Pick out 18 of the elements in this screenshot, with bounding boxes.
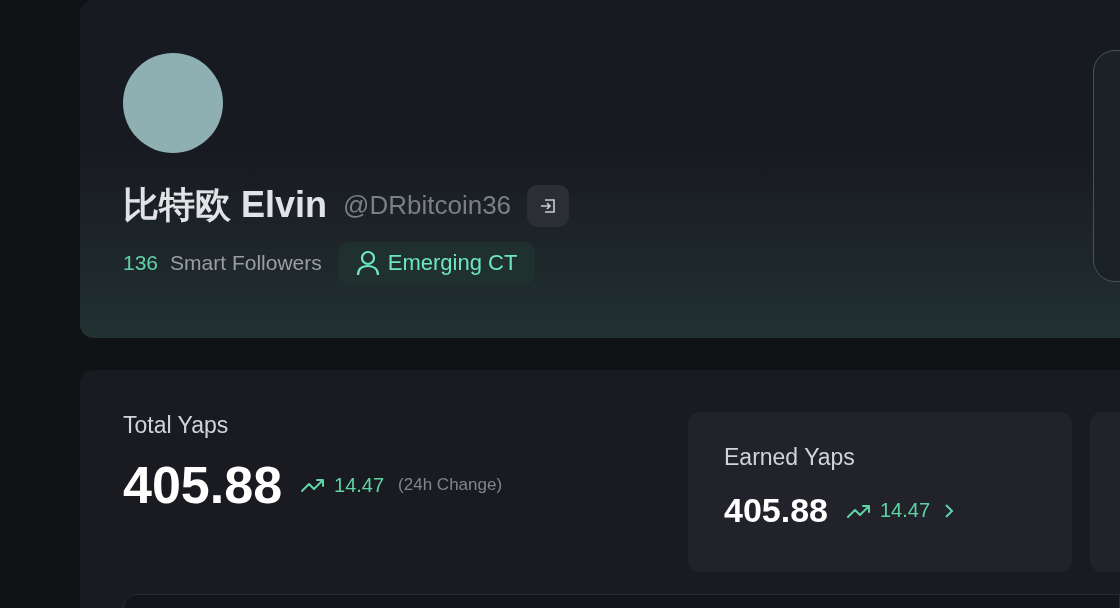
chevron-right-icon: [944, 502, 955, 519]
user-icon: [355, 250, 380, 276]
change-note: (24h Change): [398, 475, 503, 495]
stat-value: 405.88: [724, 491, 828, 530]
total-yaps-label: Total Yaps: [123, 412, 230, 439]
category-badge: Emerging CT: [337, 242, 536, 284]
stat-card[interactable]: Earned Yaps 405.88 14.47: [688, 412, 1072, 572]
stat-label: Earned Yaps: [724, 444, 856, 471]
change-value: 14.47: [334, 473, 385, 497]
user-handle: @DRbitcoin36: [343, 190, 512, 221]
follower-count: 136: [123, 251, 159, 275]
trend-up-icon: [300, 476, 327, 494]
login-button[interactable]: [527, 184, 570, 227]
display-name: 比特欧 Elvin: [123, 183, 328, 227]
total-yaps-value: 405.88: [123, 455, 283, 515]
followers-label: Smart Followers: [170, 251, 322, 275]
change-value: 14.47: [880, 499, 931, 522]
login-icon: [539, 196, 558, 215]
